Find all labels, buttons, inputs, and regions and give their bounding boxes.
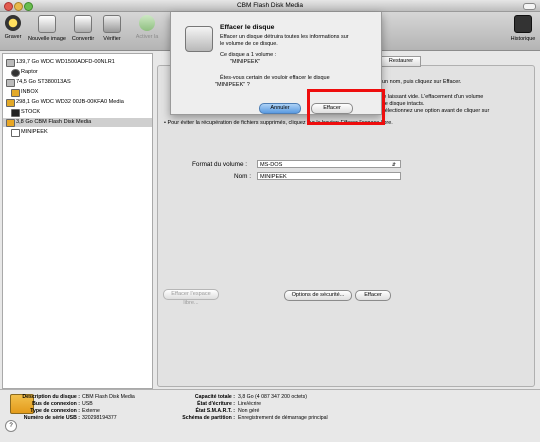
toolbar-history-label: Historique xyxy=(510,36,536,42)
hard-disk-icon xyxy=(6,79,15,87)
erase-free-space-button[interactable]: Effacer l'espace libre... xyxy=(163,289,219,306)
erase-info-line-1: un nom, puis cliquez sur Effacer. xyxy=(382,79,462,85)
sidebar-item-cbm-flash[interactable]: 3,8 Go CBM Flash Disk Media xyxy=(3,118,152,127)
toolbar-verify-label: Vérifier xyxy=(103,36,121,42)
sidebar-item-label: 3,8 Go CBM Flash Disk Media xyxy=(16,119,92,125)
title-bar: CBM Flash Disk Media xyxy=(0,0,540,12)
sidebar-item-wdc-3200[interactable]: 298,1 Go WDC WD32 00JB-00KFA0 Media xyxy=(3,98,152,107)
disk-utility-icon xyxy=(185,26,213,52)
erase-info-line-4: sélectionnez une option avant de cliquer… xyxy=(382,108,490,114)
usb-disk-icon xyxy=(6,119,15,127)
sidebar-item-label: INBOX xyxy=(21,89,39,95)
sheet-confirm-question: Êtes-vous certain de vouloir effacer le … xyxy=(220,75,330,81)
volume-icon xyxy=(11,129,20,137)
toolbar-toggle-button[interactable] xyxy=(523,3,536,10)
sidebar-item-stock[interactable]: STOCK xyxy=(3,108,152,117)
burn-icon xyxy=(5,15,21,31)
toolbar-burn[interactable]: Graver xyxy=(2,15,24,40)
detail-value: Enregistrement de démarrage principal xyxy=(238,415,328,421)
format-label: Format du volume : xyxy=(192,161,248,168)
detail-key: Bus de connexion : xyxy=(32,401,80,407)
toolbar-enable-label: Activer la xyxy=(135,34,159,40)
detail-value: Lire/écrire xyxy=(238,401,262,407)
detail-key: Capacité totale : xyxy=(194,394,235,400)
sidebar-item-minipeek[interactable]: MINIPEEK xyxy=(3,128,152,137)
volume-icon xyxy=(11,69,20,77)
sidebar-item-inbox[interactable]: INBOX xyxy=(3,88,152,97)
toolbar-new-image-label: Nouvelle image xyxy=(28,36,66,42)
toolbar-burn-label: Graver xyxy=(4,34,22,40)
detail-value: Externe xyxy=(82,408,100,414)
sheet-confirm-volume: "MINIPEEK" ? xyxy=(215,82,250,88)
volume-icon xyxy=(11,109,20,117)
verify-icon xyxy=(103,15,121,33)
sidebar-item-label: STOCK xyxy=(21,109,41,115)
window-title: CBM Flash Disk Media xyxy=(236,2,304,9)
enable-icon xyxy=(139,15,155,31)
cancel-button[interactable]: Annuler xyxy=(259,103,301,114)
detail-key: Description du disque : xyxy=(22,394,80,400)
sheet-volume-name: "MINIPEEK" xyxy=(230,59,261,65)
sheet-volume-info: Ce disque a 1 volume : xyxy=(220,52,277,58)
name-input[interactable]: MINIPEEK xyxy=(257,172,401,180)
select-arrows-icon: ⇵ xyxy=(391,162,396,168)
detail-key: État d'écriture : xyxy=(197,401,235,407)
format-select[interactable]: MS-DOS ⇵ xyxy=(257,160,401,168)
name-label: Nom : xyxy=(234,173,252,180)
detail-key: Numéro de série USB : xyxy=(23,415,80,421)
detail-key: Type de connexion : xyxy=(30,408,80,414)
sidebar-item-label: 139,7 Go WDC WD1500ADFD-00NLR1 xyxy=(16,59,115,65)
sidebar-item-raptor[interactable]: Raptor xyxy=(3,68,152,77)
toolbar-convert[interactable]: Convertir xyxy=(69,15,97,42)
sheet-title: Effacer le disque xyxy=(220,24,275,31)
detail-value: USB xyxy=(82,401,93,407)
convert-icon xyxy=(74,15,92,33)
erase-info-line-2: le laissant vide. L'effacement d'un volu… xyxy=(382,94,484,100)
detail-value: Non géré xyxy=(238,408,260,414)
tab-restore[interactable]: Restaurer xyxy=(381,56,421,67)
detail-value: 320298194377 xyxy=(82,415,117,421)
detail-value: 3,8 Go (4 087 347 200 octets) xyxy=(238,394,307,400)
sidebar-item-label: MINIPEEK xyxy=(21,129,48,135)
erase-button[interactable]: Effacer xyxy=(355,290,391,301)
toolbar-verify[interactable]: Vérifier xyxy=(100,15,124,42)
hard-disk-icon xyxy=(6,59,15,67)
sidebar-item-label: 298,1 Go WDC WD32 00JB-00KFA0 Media xyxy=(16,99,124,105)
disk-utility-window: CBM Flash Disk Media Graver Nouvelle ima… xyxy=(0,0,540,442)
highlight-box xyxy=(307,89,385,125)
help-button[interactable]: ? xyxy=(5,420,17,432)
erase-info-line-3: ce disque intacts. xyxy=(382,101,425,107)
sheet-subtitle-line-2: le volume de ce disque. xyxy=(220,41,278,47)
toolbar-history[interactable]: Historique xyxy=(507,15,539,42)
detail-key: État S.M.A.R.T. : xyxy=(195,408,235,414)
disk-details-bar: Description du disque : CBM Flash Disk M… xyxy=(0,389,540,442)
sidebar-item-wdc-1500[interactable]: 139,7 Go WDC WD1500ADFD-00NLR1 xyxy=(3,58,152,67)
security-options-button[interactable]: Options de sécurité... xyxy=(284,290,352,301)
toolbar-enable[interactable]: Activer la xyxy=(127,15,167,40)
disk-sidebar: 139,7 Go WDC WD1500ADFD-00NLR1 Raptor 74… xyxy=(2,53,153,389)
external-disk-icon xyxy=(6,99,15,107)
sidebar-item-label: 74,5 Go ST380013AS xyxy=(16,79,71,85)
sidebar-item-label: Raptor xyxy=(21,69,38,75)
history-log-icon xyxy=(514,15,532,33)
sidebar-item-st380[interactable]: 74,5 Go ST380013AS xyxy=(3,78,152,87)
detail-key: Schéma de partition : xyxy=(182,415,235,421)
toolbar-new-image[interactable]: Nouvelle image xyxy=(27,15,67,42)
new-image-icon xyxy=(38,15,56,33)
detail-value: CBM Flash Disk Media xyxy=(82,394,135,400)
toolbar-convert-label: Convertir xyxy=(71,36,95,42)
format-select-value: MS-DOS xyxy=(260,162,283,168)
sheet-subtitle-line-1: Effacer un disque détruira toutes les in… xyxy=(220,34,349,40)
volume-icon xyxy=(11,89,20,97)
